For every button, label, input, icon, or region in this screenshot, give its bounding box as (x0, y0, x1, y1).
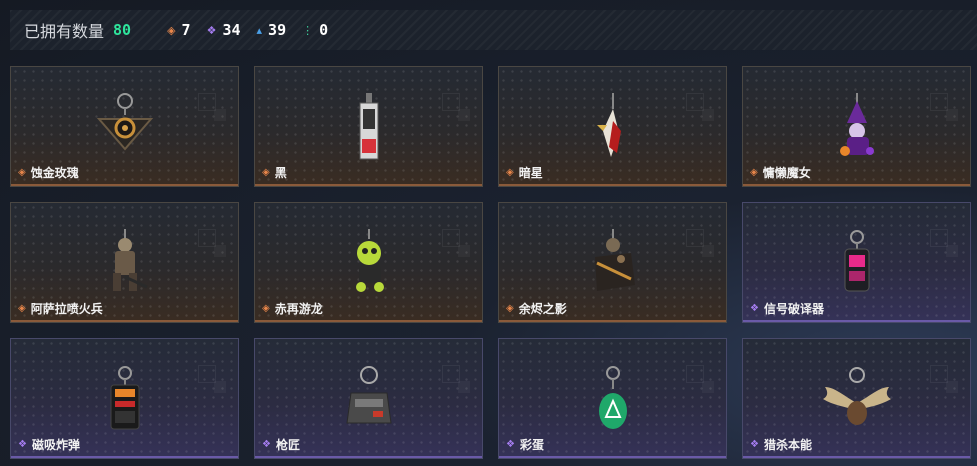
stat-orange: ◈ 7 (167, 21, 191, 39)
orange-diamond-icon: ◈ (167, 23, 176, 37)
item-card[interactable]: ❖ 磁吸炸弹 (10, 338, 239, 459)
item-name: 阿萨拉喷火兵 (30, 302, 103, 316)
item-name: 黑 (274, 166, 287, 180)
stat-value: 34 (222, 21, 241, 39)
orange-diamond-icon: ◈ (18, 166, 26, 178)
hunting-instinct-charm-image (817, 363, 897, 435)
item-name: 信号破译器 (763, 302, 824, 316)
stat-green: ⋮ 0 (302, 21, 328, 39)
item-card[interactable]: ◈ 暗星 (498, 66, 727, 187)
orange-diamond-icon: ◈ (750, 166, 758, 178)
item-card[interactable]: ◈ 阿萨拉喷火兵 (10, 202, 239, 323)
inventory-header: 已拥有数量 80 ◈ 7 ❖ 34 ▴ 39 ⋮ 0 (10, 10, 977, 50)
stat-blue: ▴ 39 (257, 21, 287, 39)
gold-rose-charm-image (85, 91, 165, 163)
item-name: 余烬之影 (518, 302, 567, 316)
purple-diamond-icon: ❖ (750, 302, 759, 314)
purple-diamond-icon: ❖ (262, 438, 271, 450)
item-card[interactable]: ◈ 余烬之影 (498, 202, 727, 323)
item-name: 磁吸炸弹 (31, 438, 80, 452)
magnetic-bomb-charm-image (85, 363, 165, 435)
item-name: 暗星 (518, 166, 543, 180)
item-name: 猎杀本能 (763, 438, 812, 452)
item-card[interactable]: ◈ 蚀金玫瑰 (10, 66, 239, 187)
orange-diamond-icon: ◈ (506, 166, 514, 178)
dark-star-charm-image (573, 91, 653, 163)
orange-diamond-icon: ◈ (262, 302, 270, 314)
easter-egg-charm-image (573, 363, 653, 435)
item-card[interactable]: ❖ 猎杀本能 (742, 338, 971, 459)
item-card[interactable]: ◈ 黑 (254, 66, 483, 187)
red-dragon-charm-image (329, 227, 409, 299)
item-card[interactable]: ❖ 枪匠 (254, 338, 483, 459)
item-card[interactable]: ❖ 信号破译器 (742, 202, 971, 323)
stat-value: 39 (268, 21, 287, 39)
stat-purple: ❖ 34 (207, 21, 241, 39)
owned-count: 80 (113, 21, 132, 39)
purple-diamond-icon: ❖ (506, 438, 515, 450)
stat-value: 7 (181, 21, 191, 39)
charm-grid: ◈ 蚀金玫瑰 ◈ 黑 ◈ 暗星 ◈ 慵懒魔女 ◈ 阿萨拉喷火兵 ◈ 赤再游龙 ◈… (10, 66, 971, 459)
blue-chevron-icon: ▴ (256, 23, 263, 37)
item-name: 枪匠 (275, 438, 300, 452)
purple-diamond-icon: ❖ (750, 438, 759, 450)
green-dots-icon: ⋮ (302, 23, 314, 37)
orange-diamond-icon: ◈ (18, 302, 26, 314)
owned-label: 已拥有数量 (24, 22, 105, 41)
stat-value: 0 (319, 21, 329, 39)
purple-diamond-icon: ❖ (206, 23, 217, 37)
black-charm-image (329, 91, 409, 163)
item-name: 蚀金玫瑰 (30, 166, 79, 180)
orange-diamond-icon: ◈ (262, 166, 270, 178)
rarity-stats: ◈ 7 ❖ 34 ▴ 39 ⋮ 0 (167, 21, 328, 39)
orange-diamond-icon: ◈ (506, 302, 514, 314)
flamethrower-charm-image (85, 227, 165, 299)
gunsmith-charm-image (329, 363, 409, 435)
item-card[interactable]: ◈ 慵懒魔女 (742, 66, 971, 187)
purple-diamond-icon: ❖ (18, 438, 27, 450)
ember-shadow-charm-image (573, 227, 653, 299)
item-card[interactable]: ❖ 彩蛋 (498, 338, 727, 459)
item-name: 赤再游龙 (274, 302, 323, 316)
item-name: 慵懒魔女 (762, 166, 811, 180)
item-name: 彩蛋 (519, 438, 544, 452)
signal-decoder-charm-image (817, 227, 897, 299)
item-card[interactable]: ◈ 赤再游龙 (254, 202, 483, 323)
lazy-witch-charm-image (817, 91, 897, 163)
